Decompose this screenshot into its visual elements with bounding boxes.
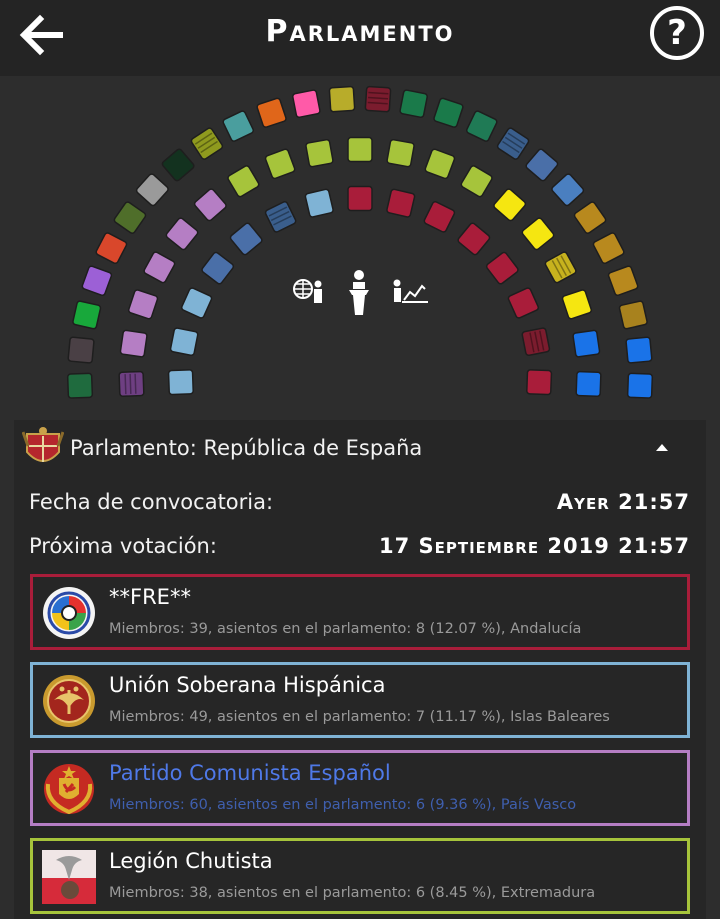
- eagle-crest-icon: [43, 675, 95, 727]
- parliament-seat[interactable]: [304, 188, 334, 218]
- parliament-seat[interactable]: [423, 201, 456, 233]
- page-title: Parlamento: [265, 14, 455, 49]
- party-info: Miembros: 39, asientos en el parlamento:…: [109, 621, 582, 637]
- parliament-seat[interactable]: [292, 89, 321, 119]
- party-name: Partido Comunista Español: [109, 761, 391, 785]
- party-card-ush[interactable]: Unión Soberana Hispánica Miembros: 49, a…: [30, 662, 690, 738]
- party-card-fre[interactable]: **FRE** Miembros: 39, asientos en el par…: [30, 574, 690, 650]
- parliament-seat[interactable]: [95, 232, 128, 265]
- parliament-seat[interactable]: [457, 222, 491, 256]
- party-name: Unión Soberana Hispánica: [109, 673, 386, 697]
- party-card-pce[interactable]: Partido Comunista Español Miembros: 60, …: [30, 750, 690, 826]
- parliament-seat[interactable]: [493, 188, 527, 222]
- parliament-seat[interactable]: [143, 251, 176, 284]
- parliament-seat[interactable]: [167, 369, 194, 396]
- party-name: **FRE**: [109, 585, 191, 609]
- coat-of-arms-icon: [22, 427, 64, 462]
- parliament-seat[interactable]: [72, 300, 102, 330]
- parliament-seat[interactable]: [485, 251, 519, 285]
- parliament-seat[interactable]: [561, 289, 593, 320]
- convocation-date-value: Ayer 21:57: [556, 490, 690, 514]
- parliament-seat[interactable]: [127, 289, 159, 320]
- next-vote-label: Próxima votación:: [29, 534, 217, 558]
- parliament-seat[interactable]: [525, 148, 559, 182]
- top-bar: Parlamento ?: [0, 0, 720, 76]
- parliament-seat[interactable]: [119, 329, 148, 358]
- party-name: Legión Chutista: [109, 849, 273, 873]
- parliament-seat[interactable]: [347, 185, 373, 212]
- parliament-seat[interactable]: [161, 148, 195, 182]
- parliament-seat[interactable]: [386, 188, 416, 218]
- eagle-flag-icon: [42, 850, 96, 904]
- chart-presenter-icon: [393, 279, 428, 303]
- parliament-seat[interactable]: [328, 85, 356, 113]
- parliament-seat[interactable]: [169, 327, 199, 357]
- parliament-seat[interactable]: [190, 127, 224, 160]
- federation-emblem-icon: [43, 587, 95, 639]
- parliament-seat[interactable]: [626, 372, 654, 399]
- parliament-seat[interactable]: [118, 370, 145, 397]
- caret-up-icon[interactable]: [656, 444, 668, 451]
- parliament-seat[interactable]: [113, 201, 147, 234]
- party-info: Miembros: 60, asientos en el parlamento:…: [109, 797, 577, 813]
- parliament-seat[interactable]: [81, 265, 113, 297]
- parliament-seat[interactable]: [256, 97, 287, 128]
- parliament-seat[interactable]: [66, 372, 94, 399]
- parliament-seat[interactable]: [618, 300, 648, 330]
- parliament-panel: Parlamento: República de España Fecha de…: [14, 420, 706, 919]
- parliament-hemicycle: [0, 76, 720, 420]
- parliament-seat[interactable]: [572, 329, 601, 358]
- parliament-seat[interactable]: [229, 222, 263, 256]
- parliament-seat[interactable]: [264, 201, 297, 233]
- convocation-date-label: Fecha de convocatoria:: [29, 490, 274, 514]
- parliament-seat[interactable]: [201, 251, 235, 285]
- parliament-seat[interactable]: [526, 369, 553, 396]
- parliament-seat[interactable]: [386, 138, 415, 168]
- parliament-seat[interactable]: [544, 251, 577, 284]
- party-info: Miembros: 38, asientos en el parlamento:…: [109, 885, 596, 901]
- question-mark-icon: ?: [667, 13, 687, 53]
- parliament-seat[interactable]: [460, 165, 493, 198]
- panel-title: Parlamento: República de España: [70, 436, 423, 460]
- parliament-seat[interactable]: [180, 287, 213, 319]
- parliament-seat[interactable]: [521, 217, 555, 251]
- parliament-seat[interactable]: [496, 127, 530, 160]
- parliament-seat[interactable]: [222, 110, 255, 142]
- parliament-seat[interactable]: [135, 173, 169, 207]
- parliament-seat[interactable]: [347, 136, 373, 163]
- parliament-seat[interactable]: [165, 217, 199, 251]
- parliament-seat[interactable]: [507, 287, 540, 319]
- parliament-seat[interactable]: [264, 148, 296, 180]
- parliament-seat[interactable]: [465, 110, 498, 142]
- parliament-seat[interactable]: [193, 188, 227, 222]
- parliament-seat[interactable]: [575, 370, 602, 397]
- podium-speaker-icon: [349, 270, 369, 315]
- help-button[interactable]: ?: [650, 6, 704, 60]
- party-card-legion[interactable]: Legión Chutista Miembros: 38, asientos e…: [30, 838, 690, 914]
- parliament-seat[interactable]: [227, 165, 260, 198]
- parliament-seat[interactable]: [433, 97, 464, 128]
- parliament-seat[interactable]: [67, 336, 95, 364]
- parliament-seat[interactable]: [573, 201, 607, 234]
- communist-crest-icon: [44, 764, 94, 815]
- next-vote-value: 17 Septiembre 2019 21:57: [378, 534, 690, 558]
- parliament-seat[interactable]: [364, 85, 392, 113]
- parliament-seat[interactable]: [305, 138, 334, 168]
- parliament-seat[interactable]: [625, 336, 653, 364]
- parliament-seat[interactable]: [424, 148, 456, 180]
- party-info: Miembros: 49, asientos en el parlamento:…: [109, 709, 610, 725]
- globe-presenter-icon: [293, 279, 322, 303]
- panel-header[interactable]: Parlamento: República de España: [14, 420, 706, 480]
- parliament-seat[interactable]: [399, 89, 428, 119]
- parliament-seat[interactable]: [551, 173, 585, 207]
- parliament-seat[interactable]: [521, 327, 551, 357]
- parliament-seat[interactable]: [592, 232, 625, 265]
- parliament-seat[interactable]: [607, 265, 639, 297]
